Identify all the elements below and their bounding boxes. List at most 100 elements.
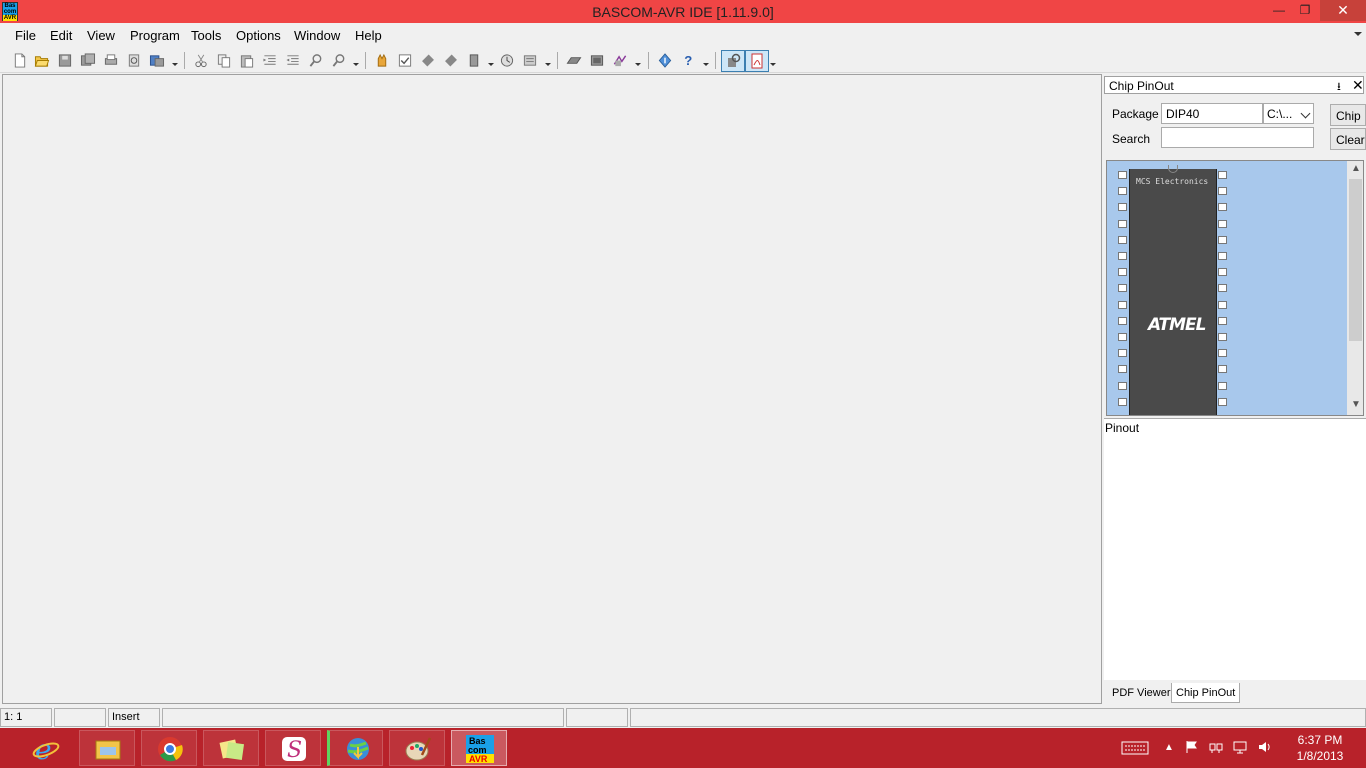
menu-options[interactable]: Options <box>236 28 281 43</box>
simulate-icon[interactable] <box>499 53 515 68</box>
scroll-down-icon[interactable]: ▼ <box>1351 399 1361 410</box>
chip-pin[interactable] <box>1218 203 1227 212</box>
taskbar-paint[interactable] <box>389 730 445 766</box>
report-icon[interactable] <box>522 53 538 68</box>
search-input[interactable] <box>1161 127 1314 148</box>
chip-pin[interactable] <box>1218 235 1227 244</box>
tab-chip-pinout[interactable]: Chip PinOut <box>1171 683 1241 703</box>
chip-pin[interactable] <box>1218 381 1227 390</box>
report-dropdown-icon[interactable] <box>545 63 551 66</box>
display-icon[interactable] <box>1233 740 1247 754</box>
cut-icon[interactable] <box>193 53 209 68</box>
pdf-toggle-button[interactable] <box>745 50 769 72</box>
pin-panel-icon[interactable]: ⭳ <box>1337 78 1341 97</box>
path-combo[interactable]: C:\... <box>1263 103 1314 124</box>
menu-program[interactable]: Program <box>130 28 180 43</box>
chip-pin[interactable] <box>1218 284 1227 293</box>
action-center-icon[interactable] <box>1185 740 1199 754</box>
program-dropdown-icon[interactable] <box>488 63 494 66</box>
chip-pin[interactable] <box>1118 316 1127 325</box>
taskbar-chrome[interactable] <box>141 730 197 766</box>
restore-button[interactable]: ❐ <box>1292 0 1318 21</box>
syntax-check-icon[interactable] <box>397 53 413 68</box>
menu-file[interactable]: File <box>15 28 36 43</box>
designer-icon[interactable] <box>612 53 628 68</box>
chip-pin[interactable] <box>1118 349 1127 358</box>
chip-pin[interactable] <box>1218 268 1227 277</box>
info-icon[interactable] <box>657 53 673 68</box>
lcd-icon[interactable] <box>566 53 582 68</box>
pdf-dropdown-icon[interactable] <box>770 63 776 66</box>
unindent-icon[interactable] <box>285 53 301 68</box>
chip-pin[interactable] <box>1118 284 1127 293</box>
program-icon[interactable] <box>466 53 482 68</box>
minimize-button[interactable]: — <box>1266 0 1292 21</box>
save-as-icon[interactable] <box>80 53 96 68</box>
clear-button[interactable]: Clear <box>1330 128 1366 150</box>
chip-button[interactable]: Chip <box>1330 104 1366 126</box>
compile-icon[interactable] <box>374 53 390 68</box>
chip-icon[interactable] <box>420 53 436 68</box>
send-icon[interactable] <box>149 53 165 68</box>
chip-pin[interactable] <box>1118 365 1127 374</box>
open-folder-icon[interactable] <box>34 53 50 68</box>
chip2-icon[interactable] <box>443 53 459 68</box>
package-field[interactable]: DIP40 <box>1161 103 1263 124</box>
terminal-icon[interactable] <box>589 53 605 68</box>
show-hidden-icons[interactable]: ▲ <box>1164 742 1174 753</box>
tab-pdf-viewer[interactable]: PDF Viewer <box>1108 683 1174 703</box>
taskbar-ie[interactable]: e <box>17 730 73 766</box>
menu-tools[interactable]: Tools <box>191 28 221 43</box>
editor-area[interactable] <box>2 74 1102 704</box>
chip-pin[interactable] <box>1118 381 1127 390</box>
keyboard-icon[interactable] <box>1121 741 1149 755</box>
menu-window[interactable]: Window <box>294 28 340 43</box>
menu-help[interactable]: Help <box>355 28 382 43</box>
volume-icon[interactable] <box>1258 740 1272 754</box>
copy-icon[interactable] <box>216 53 232 68</box>
scroll-thumb[interactable] <box>1349 179 1362 341</box>
chip-pin[interactable] <box>1218 187 1227 196</box>
taskbar-sticky-notes[interactable] <box>203 730 259 766</box>
taskbar-idm[interactable] <box>327 730 383 766</box>
save-icon[interactable] <box>57 53 73 68</box>
chip-scrollbar[interactable]: ▲ ▼ <box>1347 161 1363 415</box>
chip-pin[interactable] <box>1118 171 1127 179</box>
paste-icon[interactable] <box>239 53 255 68</box>
chip-pin[interactable] <box>1118 252 1127 260</box>
pinout-toggle-button[interactable] <box>721 50 745 72</box>
help-icon[interactable]: ? <box>680 53 696 68</box>
find-icon[interactable] <box>308 53 324 68</box>
find-next-icon[interactable] <box>331 53 347 68</box>
taskbar-app-s[interactable]: S <box>265 730 321 766</box>
menu-view[interactable]: View <box>87 28 115 43</box>
panel-close-icon[interactable]: ✕ <box>1352 77 1364 94</box>
chip-pin[interactable] <box>1218 252 1227 260</box>
scroll-up-icon[interactable]: ▲ <box>1351 163 1361 174</box>
chip-pin[interactable] <box>1118 219 1127 228</box>
designer-dropdown-icon[interactable] <box>635 63 641 66</box>
chip-pin[interactable] <box>1218 171 1227 179</box>
menu-overflow-icon[interactable] <box>1354 32 1362 36</box>
chip-pin[interactable] <box>1218 397 1227 406</box>
print-preview-icon[interactable] <box>126 53 142 68</box>
chip-pin[interactable] <box>1218 333 1227 341</box>
menu-edit[interactable]: Edit <box>50 28 72 43</box>
taskbar-bascom[interactable]: Bas com AVR <box>451 730 507 766</box>
taskbar-explorer[interactable] <box>79 730 135 766</box>
chip-pin[interactable] <box>1218 349 1227 358</box>
chip-pin[interactable] <box>1218 300 1227 309</box>
print-icon[interactable] <box>103 53 119 68</box>
help-dropdown-icon[interactable] <box>703 63 709 66</box>
chip-pin[interactable] <box>1118 187 1127 196</box>
chip-pin[interactable] <box>1118 333 1127 341</box>
chip-pin[interactable] <box>1118 300 1127 309</box>
chip-pin[interactable] <box>1218 365 1227 374</box>
chip-pin[interactable] <box>1118 397 1127 406</box>
indent-icon[interactable] <box>262 53 278 68</box>
chip-diagram-view[interactable]: MCS Electronics ATMEL ▲ ▼ <box>1106 160 1364 416</box>
chip-pin[interactable] <box>1218 219 1227 228</box>
chip-pin[interactable] <box>1118 203 1127 212</box>
chip-pin[interactable] <box>1118 268 1127 277</box>
close-button[interactable]: ✕ <box>1320 0 1366 21</box>
